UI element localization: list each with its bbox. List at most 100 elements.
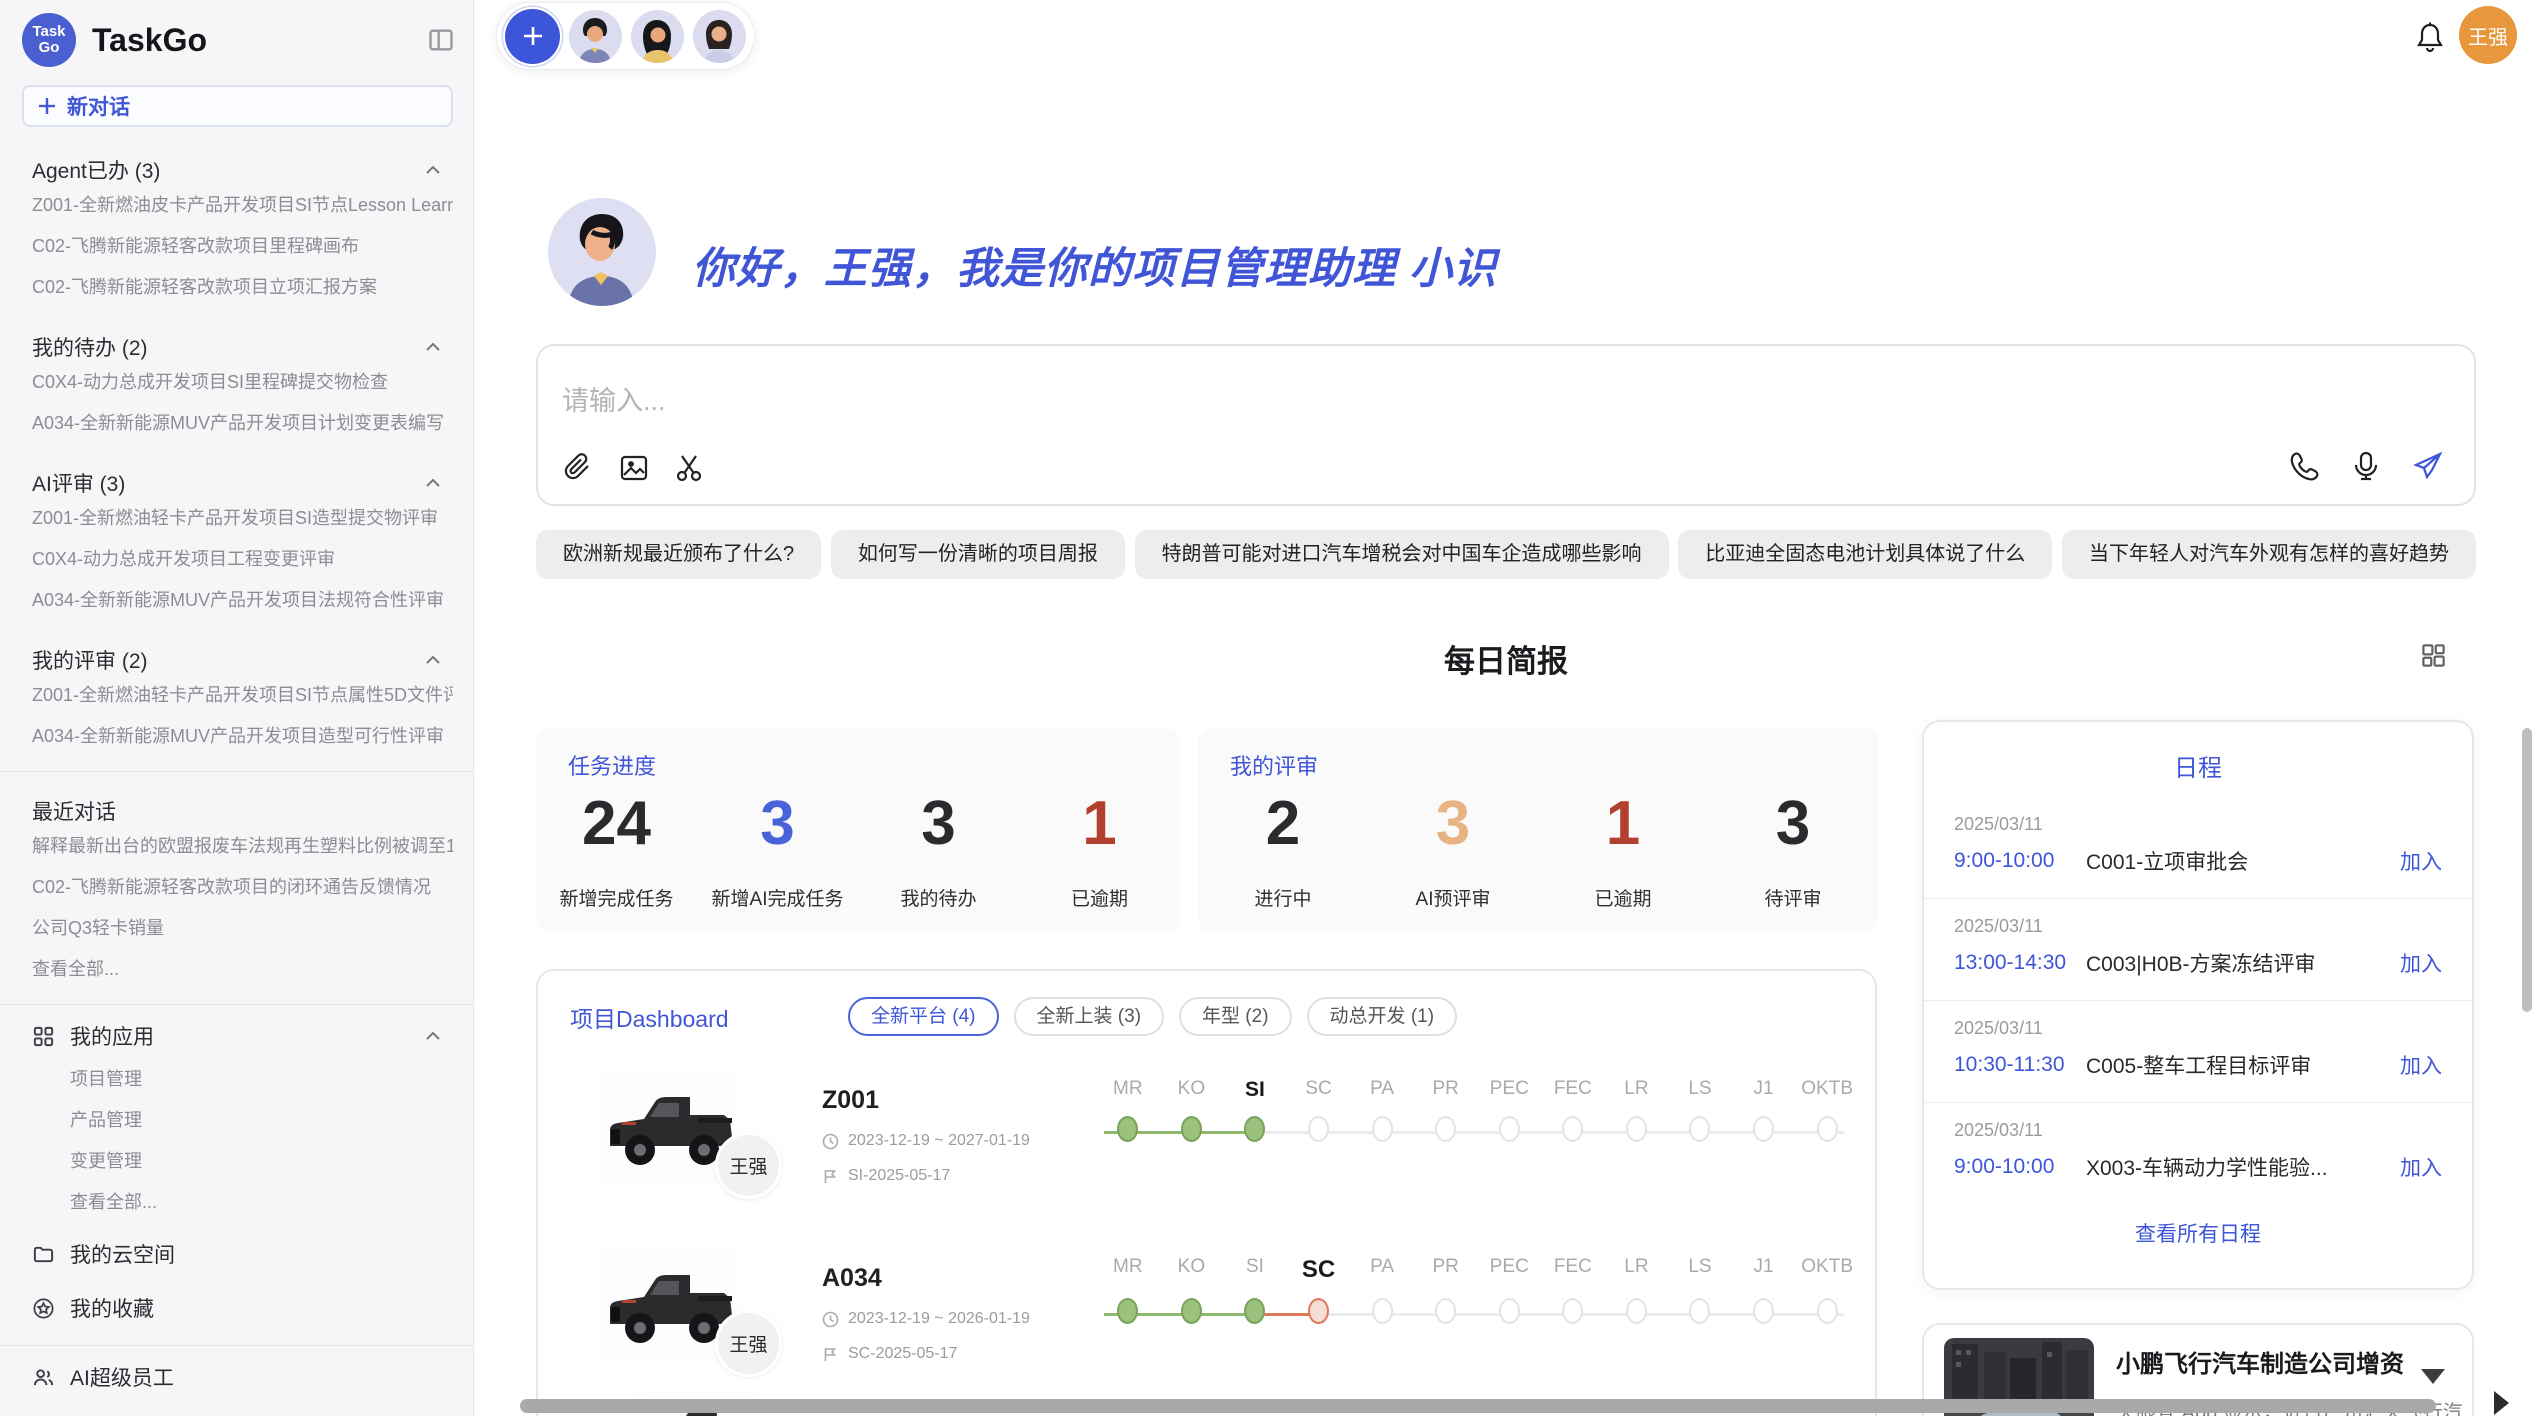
chevron-up-icon[interactable] — [425, 342, 441, 352]
user-avatar[interactable]: 王强 — [2459, 6, 2517, 64]
conversation-item[interactable]: C0X4-动力总成开发项目SI里程碑提交物检查 — [32, 362, 453, 403]
join-meeting-link[interactable]: 加入 — [2400, 846, 2442, 876]
conversation-item[interactable]: Z001-全新燃油轻卡产品开发项目SI造型提交物评审 — [32, 498, 453, 539]
milestone-dot[interactable] — [1372, 1116, 1393, 1142]
suggestion-chip[interactable]: 如何写一份清晰的项目周报 — [831, 530, 1125, 579]
collapse-sidebar-icon[interactable] — [427, 26, 455, 54]
conversation-item[interactable]: C0X4-动力总成开发项目工程变更评审 — [32, 539, 453, 580]
view-all-chats-link[interactable]: 查看全部... — [32, 949, 453, 990]
recent-chat-item[interactable]: 公司Q3轻卡销量 — [32, 908, 453, 949]
milestone-dot[interactable] — [1817, 1298, 1838, 1324]
agent-avatar[interactable] — [693, 10, 746, 63]
tab-new-body[interactable]: 全新上装 (3) — [1014, 997, 1165, 1036]
join-meeting-link[interactable]: 加入 — [2400, 948, 2442, 978]
conversation-item[interactable]: A034-全新新能源MUV产品开发项目造型可行性评审 — [32, 716, 453, 757]
chevron-up-icon[interactable] — [425, 655, 441, 665]
milestone-dot[interactable] — [1562, 1116, 1583, 1142]
screenshot-scissors-icon[interactable] — [674, 452, 706, 484]
schedule-entry[interactable]: 2025/03/11 9:00-10:00 X003-车辆动力学性能验... 加… — [1924, 1103, 2472, 1204]
milestone-dot[interactable] — [1689, 1116, 1710, 1142]
suggestion-chip[interactable]: 特朗普可能对进口汽车增税会对中国车企造成哪些影响 — [1135, 530, 1669, 579]
schedule-entry[interactable]: 2025/03/11 9:00-10:00 C001-立项审批会 加入 — [1924, 797, 2472, 899]
section-my-todo[interactable]: 我的待办 (2) — [32, 332, 453, 362]
project-code: A034 — [822, 1264, 1030, 1293]
tab-new-platform[interactable]: 全新平台 (4) — [848, 997, 999, 1036]
milestone-dot[interactable] — [1817, 1116, 1838, 1142]
tab-powertrain[interactable]: 动总开发 (1) — [1307, 997, 1458, 1036]
conversation-item[interactable]: Z001-全新燃油皮卡产品开发项目SI节点Lesson Learn报告 — [32, 185, 453, 226]
suggestion-chip[interactable]: 当下年轻人对汽车外观有怎样的喜好趋势 — [2062, 530, 2476, 579]
my-apps-row[interactable]: 我的应用 — [32, 1013, 453, 1059]
notifications-bell-icon[interactable] — [2415, 21, 2445, 53]
send-icon[interactable] — [2412, 450, 2444, 482]
milestone-dot[interactable] — [1435, 1116, 1456, 1142]
milestone-dot[interactable] — [1753, 1116, 1774, 1142]
suggestion-chip[interactable]: 比亚迪全固态电池计划具体说了什么 — [1678, 530, 2052, 579]
milestone-dot[interactable] — [1435, 1298, 1456, 1324]
section-ai-review[interactable]: AI评审 (3) — [32, 468, 453, 498]
insert-image-icon[interactable] — [618, 452, 650, 484]
chat-input[interactable] — [562, 386, 1962, 417]
app-item-product-mgmt[interactable]: 产品管理 — [32, 1100, 453, 1141]
write-helper-row[interactable]: 帮我写作 — [32, 1408, 453, 1416]
new-chat-button[interactable]: 新对话 — [22, 85, 453, 127]
milestone-dot[interactable] — [1626, 1298, 1647, 1324]
milestone-dot-done[interactable] — [1117, 1116, 1138, 1142]
section-agent-done[interactable]: Agent已办 (3) — [32, 155, 453, 185]
conversation-item[interactable]: A034-全新新能源MUV产品开发项目法规符合性评审 — [32, 580, 453, 621]
milestone-dot[interactable] — [1308, 1116, 1329, 1142]
ai-staff-row[interactable]: AI超级员工 — [32, 1354, 453, 1400]
conversation-item[interactable]: Z001-全新燃油轻卡产品开发项目SI节点属性5D文件评审 — [32, 675, 453, 716]
vertical-scrollbar[interactable] — [2522, 728, 2532, 1012]
scroll-right-arrow[interactable] — [2494, 1391, 2509, 1415]
daily-briefing-title: 每日简报 — [536, 636, 2476, 681]
recent-chat-item[interactable]: 解释最新出台的欧盟报废车法规再生塑料比例被调至15%... — [32, 826, 453, 867]
attach-file-icon[interactable] — [562, 452, 594, 484]
recent-chat-item[interactable]: C02-飞腾新能源轻客改款项目的闭环通告反馈情况 — [32, 867, 453, 908]
milestone-dot[interactable] — [1626, 1116, 1647, 1142]
milestone-dot[interactable] — [1499, 1116, 1520, 1142]
view-all-schedule-link[interactable]: 查看所有日程 — [1924, 1204, 2472, 1248]
schedule-entry[interactable]: 2025/03/11 10:30-11:30 C005-整车工程目标评审 加入 — [1924, 1001, 2472, 1103]
agent-avatar[interactable] — [631, 10, 684, 63]
conversation-item[interactable]: C02-飞腾新能源轻客改款项目里程碑画布 — [32, 226, 453, 267]
milestone-dot-done[interactable] — [1181, 1116, 1202, 1142]
milestone-dot-overdue[interactable] — [1308, 1298, 1329, 1324]
milestone-dot-done[interactable] — [1181, 1298, 1202, 1324]
my-cloud-row[interactable]: 我的云空间 — [32, 1231, 453, 1277]
chevron-up-icon[interactable] — [425, 478, 441, 488]
milestone-dot[interactable] — [1689, 1298, 1710, 1324]
horizontal-scrollbar[interactable] — [520, 1399, 2436, 1413]
milestone-dot[interactable] — [1499, 1298, 1520, 1324]
milestone-label: MR — [1096, 1256, 1160, 1284]
conversation-item[interactable]: C02-飞腾新能源轻客改款项目立项汇报方案 — [32, 267, 453, 308]
app-item-project-mgmt[interactable]: 项目管理 — [32, 1059, 453, 1100]
voice-call-icon[interactable] — [2288, 450, 2320, 482]
tab-model-year[interactable]: 年型 (2) — [1179, 997, 1292, 1036]
milestone-dot-done[interactable] — [1117, 1298, 1138, 1324]
join-meeting-link[interactable]: 加入 — [2400, 1152, 2442, 1182]
agent-avatar[interactable] — [569, 10, 622, 63]
chevron-up-icon[interactable] — [425, 165, 441, 175]
milestone-dot-done[interactable] — [1244, 1298, 1265, 1324]
milestone-dot[interactable] — [1372, 1298, 1393, 1324]
scroll-down-arrow[interactable] — [2421, 1369, 2445, 1384]
milestone-dot-done[interactable] — [1244, 1116, 1265, 1142]
microphone-icon[interactable] — [2350, 450, 2382, 482]
milestone-dot[interactable] — [1753, 1298, 1774, 1324]
join-meeting-link[interactable]: 加入 — [2400, 1050, 2442, 1080]
conversation-item[interactable]: A034-全新新能源MUV产品开发项目计划变更表编写 — [32, 403, 453, 444]
section-my-review[interactable]: 我的评审 (2) — [32, 645, 453, 675]
new-session-button[interactable] — [505, 9, 560, 64]
suggestion-chip[interactable]: 欧洲新规最近颁布了什么? — [536, 530, 821, 579]
schedule-entry[interactable]: 2025/03/11 13:00-14:30 C003|H0B-方案冻结评审 加… — [1924, 899, 2472, 1001]
briefing-layout-icon[interactable] — [2420, 642, 2447, 669]
milestone-dot[interactable] — [1562, 1298, 1583, 1324]
chevron-up-icon[interactable] — [425, 1031, 441, 1041]
view-all-apps-link[interactable]: 查看全部... — [32, 1182, 453, 1223]
my-favorites-row[interactable]: 我的收藏 — [32, 1285, 453, 1331]
project-row[interactable]: 王强 Z001 2023-12-19 ~ 2027-01-19 SI-2025-… — [598, 1072, 1875, 1214]
app-item-change-mgmt[interactable]: 变更管理 — [32, 1141, 453, 1182]
project-row[interactable]: 王强 A034 2023-12-19 ~ 2026-01-19 SC-2025-… — [598, 1250, 1875, 1392]
stat-label: 进行中 — [1198, 884, 1368, 911]
